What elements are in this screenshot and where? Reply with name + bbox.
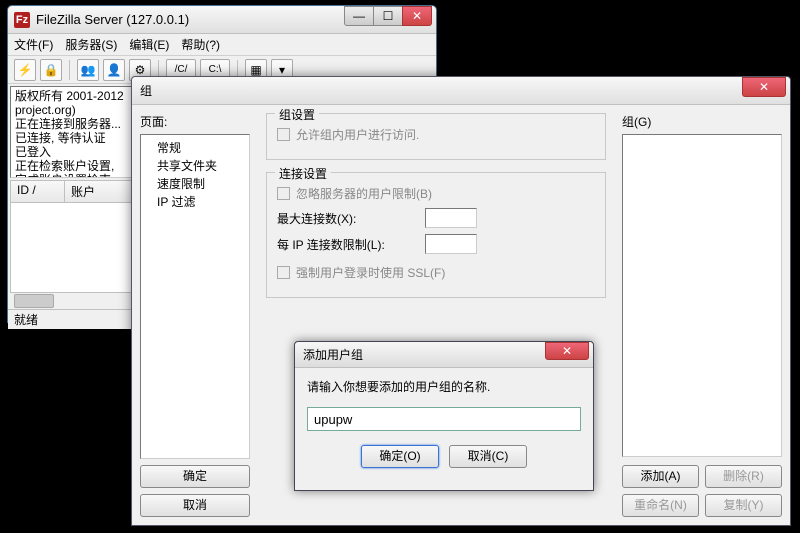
label-allow-access: 允许组内用户进行访问. bbox=[296, 126, 419, 143]
pages-column: 页面: 常规 共享文件夹 速度限制 IP 过滤 确定 取消 bbox=[140, 113, 250, 517]
add-group-button[interactable]: 添加(A) bbox=[622, 465, 699, 488]
menu-edit[interactable]: 编辑(E) bbox=[129, 36, 169, 53]
page-speed[interactable]: 速度限制 bbox=[143, 175, 247, 193]
menu-help[interactable]: 帮助(?) bbox=[181, 36, 220, 53]
add-dialog-close-button[interactable]: ✕ bbox=[545, 342, 589, 360]
add-dialog-title: 添加用户组 bbox=[303, 346, 363, 363]
checkbox-ignore-limit[interactable] bbox=[277, 187, 290, 200]
label-max-conn: 最大连接数(X): bbox=[277, 210, 417, 227]
label-per-ip: 每 IP 连接数限制(L): bbox=[277, 236, 417, 253]
users-icon[interactable]: 👥 bbox=[77, 59, 99, 81]
scroll-thumb[interactable] bbox=[14, 294, 54, 308]
checkbox-force-ssl[interactable] bbox=[277, 266, 290, 279]
add-dialog-titlebar[interactable]: 添加用户组 ✕ bbox=[295, 342, 593, 368]
groups-cancel-button[interactable]: 取消 bbox=[140, 494, 250, 517]
page-shared[interactable]: 共享文件夹 bbox=[143, 157, 247, 175]
groups-ok-button[interactable]: 确定 bbox=[140, 465, 250, 488]
rename-group-button[interactable]: 重命名(N) bbox=[622, 494, 699, 517]
menu-file[interactable]: 文件(F) bbox=[14, 36, 53, 53]
close-button[interactable]: ✕ bbox=[402, 6, 432, 26]
lock-icon[interactable]: 🔒 bbox=[40, 59, 62, 81]
group-icon[interactable]: 👤 bbox=[103, 59, 125, 81]
conn-settings-frame: 连接设置 忽略服务器的用户限制(B) 最大连接数(X): 每 IP 连接数限制(… bbox=[266, 172, 606, 298]
remove-group-button[interactable]: 删除(R) bbox=[705, 465, 782, 488]
add-ok-button[interactable]: 确定(O) bbox=[361, 445, 439, 468]
row-allow-access: 允许组内用户进行访问. bbox=[277, 126, 595, 143]
label-force-ssl: 强制用户登录时使用 SSL(F) bbox=[296, 264, 445, 281]
menu-server[interactable]: 服务器(S) bbox=[65, 36, 117, 53]
add-prompt: 请输入你想要添加的用户组的名称. bbox=[307, 378, 581, 395]
label-ignore-limit: 忽略服务器的用户限制(B) bbox=[296, 185, 432, 202]
group-settings-legend: 组设置 bbox=[275, 106, 319, 123]
group-settings-frame: 组设置 允许组内用户进行访问. bbox=[266, 113, 606, 160]
bolt-icon[interactable]: ⚡ bbox=[14, 59, 36, 81]
col-id[interactable]: ID / bbox=[11, 181, 65, 202]
add-cancel-button[interactable]: 取消(C) bbox=[449, 445, 527, 468]
pages-tree[interactable]: 常规 共享文件夹 速度限制 IP 过滤 bbox=[140, 134, 250, 459]
minimize-button[interactable]: — bbox=[344, 6, 374, 26]
pages-label: 页面: bbox=[140, 113, 250, 130]
groups-close-button[interactable]: ✕ bbox=[742, 77, 786, 97]
groups-right-column: 组(G) 添加(A) 删除(R) 重命名(N) 复制(Y) bbox=[622, 113, 782, 517]
conn-settings-legend: 连接设置 bbox=[275, 165, 331, 182]
page-general[interactable]: 常规 bbox=[143, 139, 247, 157]
groups-list[interactable] bbox=[622, 134, 782, 457]
group-name-input[interactable] bbox=[307, 407, 581, 431]
input-per-ip[interactable] bbox=[425, 234, 477, 254]
separator bbox=[69, 60, 70, 80]
main-titlebar[interactable]: Fz FileZilla Server (127.0.0.1) — ☐ ✕ bbox=[8, 6, 436, 34]
groups-title: 组 bbox=[140, 82, 152, 99]
groups-list-label: 组(G) bbox=[622, 113, 782, 130]
menubar: 文件(F) 服务器(S) 编辑(E) 帮助(?) bbox=[8, 34, 436, 56]
maximize-button[interactable]: ☐ bbox=[373, 6, 403, 26]
copy-group-button[interactable]: 复制(Y) bbox=[705, 494, 782, 517]
page-ip[interactable]: IP 过滤 bbox=[143, 193, 247, 211]
input-max-conn[interactable] bbox=[425, 208, 477, 228]
app-icon: Fz bbox=[14, 12, 30, 28]
row-ignore-limit: 忽略服务器的用户限制(B) bbox=[277, 185, 595, 202]
checkbox-allow-access[interactable] bbox=[277, 128, 290, 141]
groups-titlebar[interactable]: 组 ✕ bbox=[132, 77, 790, 105]
add-group-dialog: 添加用户组 ✕ 请输入你想要添加的用户组的名称. 确定(O) 取消(C) bbox=[294, 341, 594, 491]
